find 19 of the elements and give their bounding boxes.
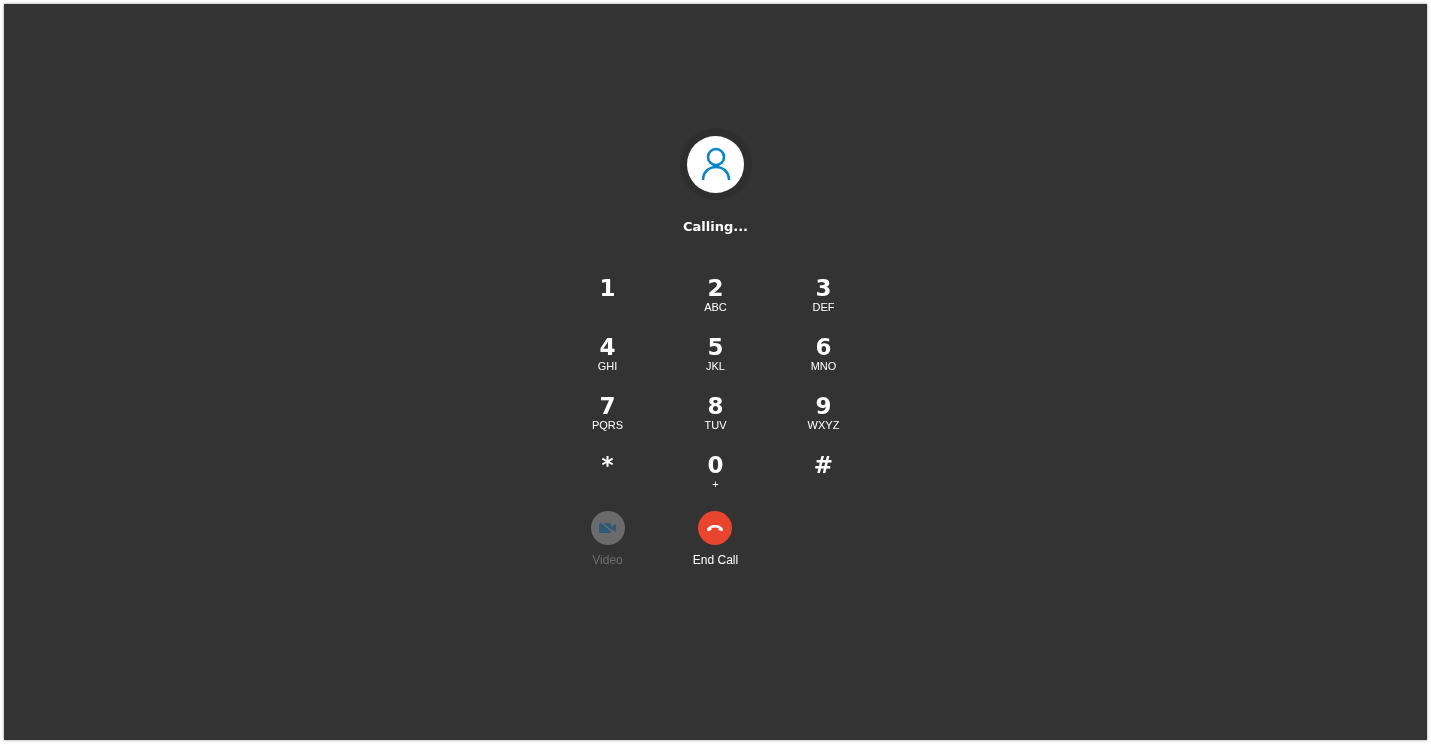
dial-key[interactable]: 4 GHI (593, 334, 622, 373)
action-label: End Call (692, 552, 739, 568)
dial-key[interactable]: # (809, 452, 838, 478)
dial-key[interactable]: 3 DEF (808, 275, 839, 314)
dial-key[interactable]: 6 MNO (806, 334, 841, 373)
hang-up-icon (706, 524, 725, 532)
person-icon (700, 147, 731, 181)
dial-key[interactable]: 8 TUV (700, 393, 731, 432)
dial-key[interactable]: 9 WXYZ (803, 393, 844, 432)
call-status: Calling... (682, 218, 749, 236)
dial-key[interactable]: * (597, 452, 618, 478)
action-label: Video (592, 552, 623, 568)
video-off-icon (597, 520, 618, 536)
dial-key[interactable]: 0 + (703, 452, 728, 491)
dial-key[interactable]: 5 JKL (702, 334, 729, 373)
dial-key[interactable]: 1 (595, 275, 620, 301)
end-call-button[interactable] (698, 511, 733, 545)
dial-key[interactable]: 7 PQRS (587, 393, 628, 432)
dial-key[interactable]: 2 ABC (700, 275, 731, 314)
